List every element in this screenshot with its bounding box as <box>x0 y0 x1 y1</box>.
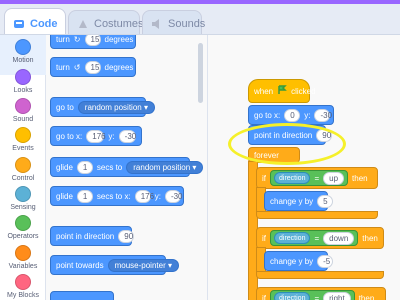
direction-reporter[interactable]: direction <box>274 292 311 300</box>
equals-operator[interactable]: direction = down <box>270 230 359 246</box>
rotate-left-icon: ↺ <box>73 62 81 72</box>
x-input[interactable]: 176 <box>134 189 154 203</box>
equals-operator[interactable]: direction = right <box>270 290 355 300</box>
highlight-annotation <box>228 123 346 165</box>
motion-dot-icon <box>15 39 31 55</box>
glide-dropdown[interactable]: random position <box>126 160 204 174</box>
equals-operator[interactable]: direction = up <box>270 170 349 186</box>
if-block-up[interactable]: if direction = up then <box>256 167 378 189</box>
control-dot-icon <box>15 157 31 173</box>
looks-dot-icon <box>15 69 31 85</box>
towards-dropdown[interactable]: mouse-pointer <box>107 258 179 272</box>
change-y-block-up[interactable]: change y by 5 <box>264 191 334 211</box>
variables-dot-icon <box>15 245 31 261</box>
go-to-dropdown[interactable]: random position <box>77 100 155 114</box>
x-input[interactable]: 0 <box>284 108 301 122</box>
sound-dot-icon <box>15 98 31 114</box>
direction-reporter[interactable]: direction <box>274 232 311 244</box>
if-down-bottom <box>256 271 384 279</box>
point-in-direction-block[interactable]: point in direction 90 <box>50 226 135 246</box>
degrees-input[interactable]: 15 <box>84 60 101 74</box>
compare-input[interactable]: down <box>323 231 355 245</box>
if-block-down[interactable]: if direction = down then <box>256 227 384 249</box>
tab-label: Costumes <box>94 17 144 30</box>
x-input[interactable]: 176 <box>86 129 106 143</box>
my-blocks-dot-icon <box>15 274 31 290</box>
category-menu: Motion Looks Sound Events Control Sensin… <box>0 35 46 300</box>
events-dot-icon <box>15 127 31 143</box>
tab-label: Sounds <box>168 17 206 30</box>
category-my-blocks[interactable]: My Blocks <box>0 270 46 300</box>
if-block-right[interactable]: if direction = right then <box>256 287 386 300</box>
glide-xy-block[interactable]: glide 1 secs to x: 176 y: -30 <box>50 186 184 206</box>
secs-input[interactable]: 1 <box>76 160 93 174</box>
tab-costumes[interactable]: Costumes <box>68 10 144 36</box>
costume-icon <box>77 18 89 30</box>
secs-input[interactable]: 1 <box>76 189 93 203</box>
if-up-bottom <box>256 211 378 219</box>
turn-right-block[interactable]: turn ↻ 15 degrees <box>50 35 136 49</box>
y-input[interactable]: -30 <box>118 129 136 143</box>
palette-scrollbar[interactable] <box>198 43 203 103</box>
when-flag-clicked-block[interactable]: when clicked <box>248 79 316 103</box>
compare-input[interactable]: right <box>323 291 351 300</box>
change-y-input[interactable]: 5 <box>317 194 334 208</box>
go-to-block[interactable]: go to random position <box>50 97 155 117</box>
operators-dot-icon <box>15 215 31 231</box>
direction-input[interactable]: 90 <box>118 229 135 243</box>
code-icon <box>13 18 25 30</box>
green-flag-icon <box>277 85 287 97</box>
go-to-xy-block[interactable]: go to x: 176 y: -30 <box>50 126 142 146</box>
glide-random-block[interactable]: glide 1 secs to random position <box>50 157 204 177</box>
direction-reporter[interactable]: direction <box>274 172 311 184</box>
y-input[interactable]: -30 <box>314 108 332 122</box>
sensing-dot-icon <box>15 186 31 202</box>
script-area: when clicked go to x: 0 y: -30 point in … <box>208 35 400 300</box>
tab-label: Code <box>30 17 58 30</box>
change-y-input[interactable]: -5 <box>317 254 334 268</box>
compare-input[interactable]: up <box>323 171 345 185</box>
point-towards-block[interactable]: point towards mouse-pointer <box>50 255 179 275</box>
code-workspace: Motion Looks Sound Events Control Sensin… <box>0 34 400 300</box>
speaker-icon <box>151 18 163 30</box>
change-y-block-down[interactable]: change y by -5 <box>264 251 334 271</box>
block-palette: turn ↻ 15 degrees turn ↺ 15 degrees go t… <box>46 35 208 300</box>
script-go-to-xy-block[interactable]: go to x: 0 y: -30 <box>248 105 334 125</box>
tab-sounds[interactable]: Sounds <box>142 10 206 36</box>
rotate-right-icon: ↻ <box>73 35 81 44</box>
editor-tabs: Code Costumes Sounds <box>0 4 400 38</box>
degrees-input[interactable]: 15 <box>84 35 101 46</box>
partial-motion-block[interactable] <box>50 291 114 300</box>
y-input[interactable]: -30 <box>164 189 183 203</box>
turn-left-block[interactable]: turn ↺ 15 degrees <box>50 57 136 77</box>
